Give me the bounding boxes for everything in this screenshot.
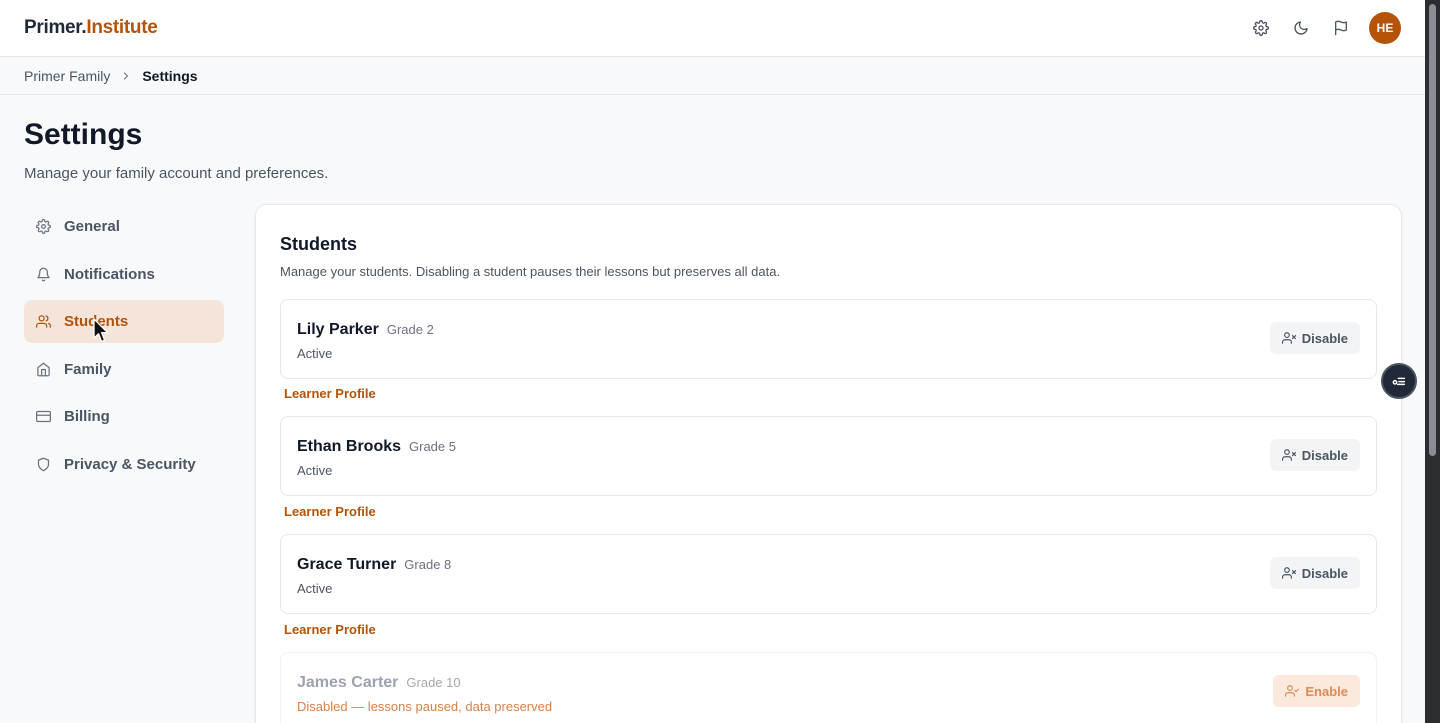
button-label: Enable: [1305, 683, 1348, 699]
sidebar-item-label: Family: [64, 360, 112, 378]
user-x-icon: [1281, 332, 1296, 344]
bell-icon: [37, 267, 50, 281]
sidebar-item-general[interactable]: General: [24, 205, 224, 248]
student-status: Active: [297, 581, 333, 596]
disable-student-button[interactable]: Disable: [1269, 557, 1360, 589]
student-status: Disabled — lessons paused, data preserve…: [297, 699, 553, 714]
sidebar-item-label: Notifications: [64, 265, 155, 283]
logo-primer: Primer.: [24, 17, 87, 38]
student-name: Ethan Brooks: [297, 438, 402, 455]
student-name: Grace Turner: [297, 556, 397, 573]
avatar[interactable]: HE: [1369, 12, 1401, 44]
top-actions: HE: [1249, 12, 1401, 44]
student-name-row: Lily Parker Grade 2: [297, 321, 434, 339]
student-name: James Carter: [297, 674, 399, 691]
learner-profile-link[interactable]: Learner Profile: [284, 386, 376, 401]
floating-toggle-icon[interactable]: [1381, 363, 1417, 399]
learner-profile-link[interactable]: Learner Profile: [284, 504, 376, 519]
gear-icon[interactable]: [1249, 16, 1273, 40]
scrollbar-thumb[interactable]: [1429, 4, 1436, 456]
breadcrumb-parent[interactable]: Primer Family: [24, 68, 110, 84]
user-check-icon: [1285, 685, 1300, 697]
student-status: Active: [297, 463, 333, 478]
breadcrumb: Primer Family Settings: [0, 57, 1425, 95]
student-card: Grace Turner Grade 8 Active Disable: [280, 534, 1377, 614]
top-bar: Primer.Institute HE: [0, 0, 1425, 57]
user-x-icon: [1281, 567, 1296, 579]
moon-icon[interactable]: [1289, 16, 1313, 40]
disable-student-button[interactable]: Disable: [1269, 439, 1360, 471]
shield-icon: [37, 457, 50, 471]
student-name: Lily Parker: [297, 321, 379, 338]
student-card: Ethan Brooks Grade 5 Active Disable: [280, 416, 1377, 496]
learner-profile-link[interactable]: Learner Profile: [284, 622, 376, 637]
student-name-row: James Carter Grade 10: [297, 674, 461, 692]
sidebar-item-label: General: [64, 218, 120, 235]
student-grade: Grade 5: [409, 439, 456, 454]
page-title: Settings: [24, 118, 143, 151]
students-panel: Students Manage your students. Disabling…: [255, 204, 1402, 723]
sidebar-item-billing[interactable]: Billing: [24, 395, 224, 438]
student-name-row: Grace Turner Grade 8: [297, 556, 451, 574]
sidebar-item-label: Privacy & Security: [64, 455, 196, 473]
flag-icon[interactable]: [1329, 16, 1353, 40]
enable-student-button[interactable]: Enable: [1273, 675, 1360, 707]
sidebar-item-family[interactable]: Family: [24, 348, 224, 391]
logo-institute: Institute: [86, 17, 158, 38]
panel-description: Manage your students. Disabling a studen…: [280, 264, 781, 279]
gear-icon: [36, 219, 51, 234]
student-card-disabled: James Carter Grade 10 Disabled — lessons …: [280, 652, 1377, 723]
student-card: Lily Parker Grade 2 Active Disable: [280, 299, 1377, 379]
sidebar-item-privacy-security[interactable]: Privacy & Security: [24, 443, 224, 486]
student-grade: Grade 2: [386, 322, 434, 337]
breadcrumb-current: Settings: [142, 67, 198, 84]
student-name-row: Ethan Brooks Grade 5: [297, 438, 456, 456]
sidebar-item-notifications[interactable]: Notifications: [24, 253, 224, 296]
button-label: Disable: [1301, 565, 1348, 581]
button-label: Disable: [1301, 447, 1348, 463]
scrollbar[interactable]: [1425, 0, 1440, 723]
sidebar-item-label: Billing: [64, 408, 110, 425]
sidebar-item-students[interactable]: Students: [24, 300, 224, 343]
credit-card-icon: [36, 410, 51, 423]
app-logo[interactable]: Primer.Institute: [24, 17, 158, 39]
chevron-right-icon: [120, 70, 132, 82]
student-status: Active: [297, 346, 333, 361]
student-grade: Grade 8: [404, 557, 452, 572]
user-x-icon: [1281, 449, 1296, 461]
student-grade: Grade 10: [406, 675, 461, 690]
button-label: Disable: [1301, 330, 1348, 346]
panel-title: Students: [280, 234, 358, 254]
users-icon: [36, 315, 51, 328]
home-icon: [37, 362, 50, 376]
mouse-cursor-icon: [93, 318, 109, 343]
disable-student-button[interactable]: Disable: [1269, 322, 1360, 354]
settings-sidebar: General Notifications Students Family Bi…: [24, 205, 224, 490]
page-subtitle: Manage your family account and preferenc…: [24, 165, 329, 182]
